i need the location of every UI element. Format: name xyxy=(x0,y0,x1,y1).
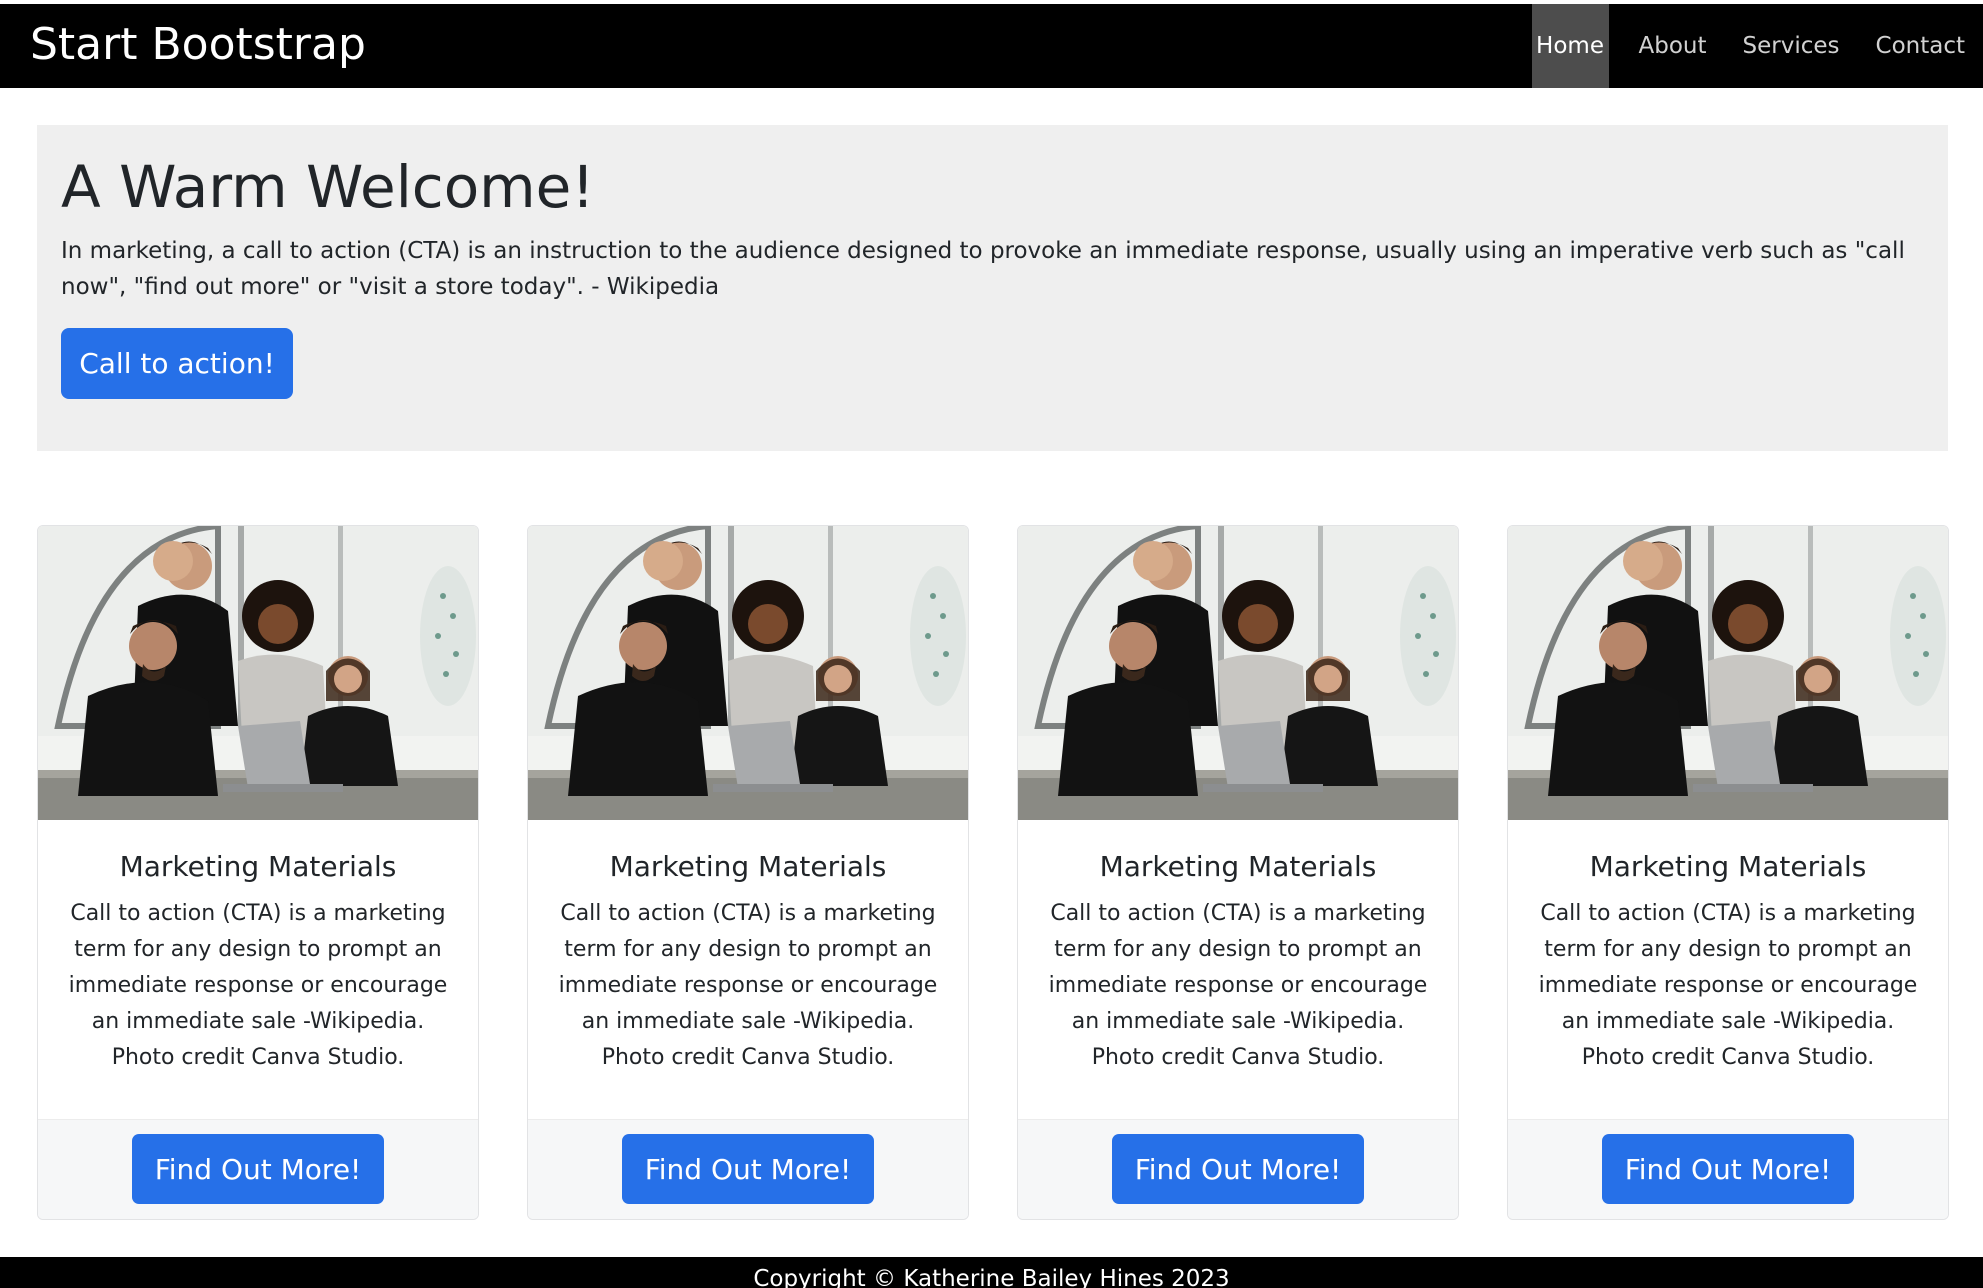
navbar: Start Bootstrap Home About Services Cont… xyxy=(0,4,1983,88)
card-body: Marketing Materials Call to action (CTA)… xyxy=(528,820,968,1144)
card-image xyxy=(528,526,968,820)
brand-link[interactable]: Start Bootstrap xyxy=(30,19,366,71)
card: Marketing Materials Call to action (CTA)… xyxy=(1017,525,1459,1220)
page-footer: Copyright © Katherine Bailey Hines 2023 xyxy=(0,1257,1983,1288)
card-image xyxy=(1508,526,1948,820)
card-title: Marketing Materials xyxy=(119,850,397,883)
card-title: Marketing Materials xyxy=(609,850,887,883)
hero-section: A Warm Welcome! In marketing, a call to … xyxy=(37,125,1948,451)
card: Marketing Materials Call to action (CTA)… xyxy=(527,525,969,1220)
card-footer: Find Out More! xyxy=(38,1119,478,1219)
card-text: Call to action (CTA) is a marketing term… xyxy=(1048,901,1428,1070)
find-out-more-button[interactable]: Find Out More! xyxy=(622,1134,874,1204)
card-body: Marketing Materials Call to action (CTA)… xyxy=(1018,820,1458,1144)
card-body: Marketing Materials Call to action (CTA)… xyxy=(1508,820,1948,1144)
call-to-action-button[interactable]: Call to action! xyxy=(61,328,293,399)
nav-links: Home About Services Contact xyxy=(1531,4,1983,88)
find-out-more-button[interactable]: Find Out More! xyxy=(1602,1134,1854,1204)
nav-item-contact[interactable]: Contact xyxy=(1858,4,1983,88)
card-body: Marketing Materials Call to action (CTA)… xyxy=(38,820,478,1144)
card-text: Call to action (CTA) is a marketing term… xyxy=(68,901,448,1070)
card-image xyxy=(38,526,478,820)
card: Marketing Materials Call to action (CTA)… xyxy=(1507,525,1949,1220)
hero-title: A Warm Welcome! xyxy=(61,153,595,221)
card-text: Call to action (CTA) is a marketing term… xyxy=(558,901,938,1070)
nav-item-services[interactable]: Services xyxy=(1725,4,1858,88)
card-image xyxy=(1018,526,1458,820)
card: Marketing Materials Call to action (CTA)… xyxy=(37,525,479,1220)
find-out-more-button[interactable]: Find Out More! xyxy=(132,1134,384,1204)
nav-item-home[interactable]: Home xyxy=(1531,4,1609,88)
copyright-text: Copyright © Katherine Bailey Hines 2023 xyxy=(753,1266,1230,1288)
card-footer: Find Out More! xyxy=(1018,1119,1458,1219)
card-text: Call to action (CTA) is a marketing term… xyxy=(1538,901,1918,1070)
card-footer: Find Out More! xyxy=(528,1119,968,1219)
hero-text: In marketing, a call to action (CTA) is … xyxy=(61,238,1905,300)
card-title: Marketing Materials xyxy=(1589,850,1867,883)
nav-item-about[interactable]: About xyxy=(1609,4,1725,88)
find-out-more-button[interactable]: Find Out More! xyxy=(1112,1134,1364,1204)
card-footer: Find Out More! xyxy=(1508,1119,1948,1219)
card-title: Marketing Materials xyxy=(1099,850,1377,883)
